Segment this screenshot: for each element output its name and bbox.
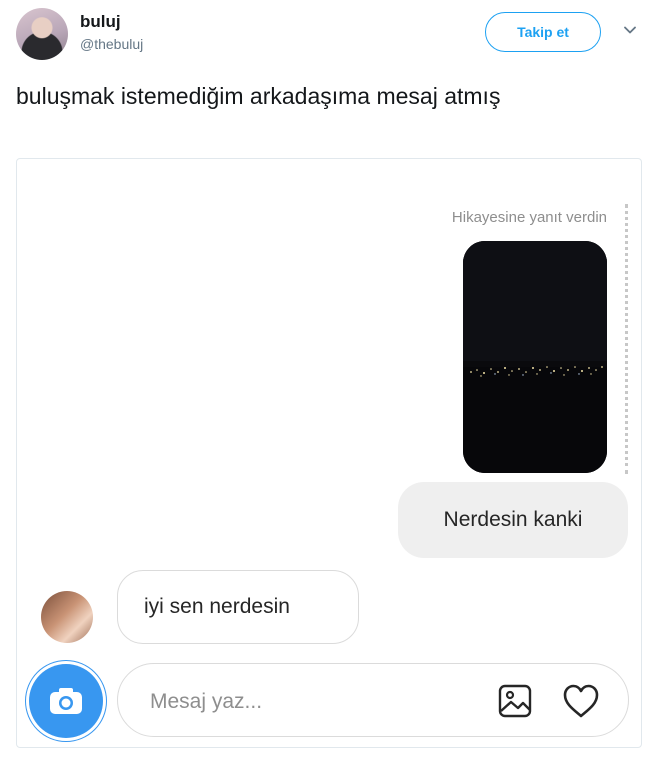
chevron-down-icon[interactable] [622,22,638,38]
tweet-text: buluşmak istemediğim arkadaşıma mesaj at… [16,83,501,109]
follow-button[interactable]: Takip et [485,12,601,52]
story-thumbnail[interactable] [463,241,607,473]
user-avatar[interactable] [16,8,68,60]
contact-avatar[interactable] [41,591,93,643]
sent-message-bubble: Nerdesin kanki [398,482,628,558]
message-input-bar[interactable] [117,663,629,737]
heart-icon[interactable] [562,683,600,719]
camera-button[interactable] [29,664,103,738]
received-message-bubble: iyi sen nerdesin [117,570,359,644]
story-divider [625,204,628,474]
message-input[interactable] [148,684,452,720]
chat-screenshot: Hikayesine yanıt verdin Nerdesin kanki i… [16,158,642,748]
gallery-icon[interactable] [498,684,532,718]
camera-icon [50,688,82,714]
story-reply-label: Hikayesine yanıt verdin [451,209,607,226]
user-handle[interactable]: @thebuluj [80,36,143,52]
display-name[interactable]: buluj [80,12,121,32]
